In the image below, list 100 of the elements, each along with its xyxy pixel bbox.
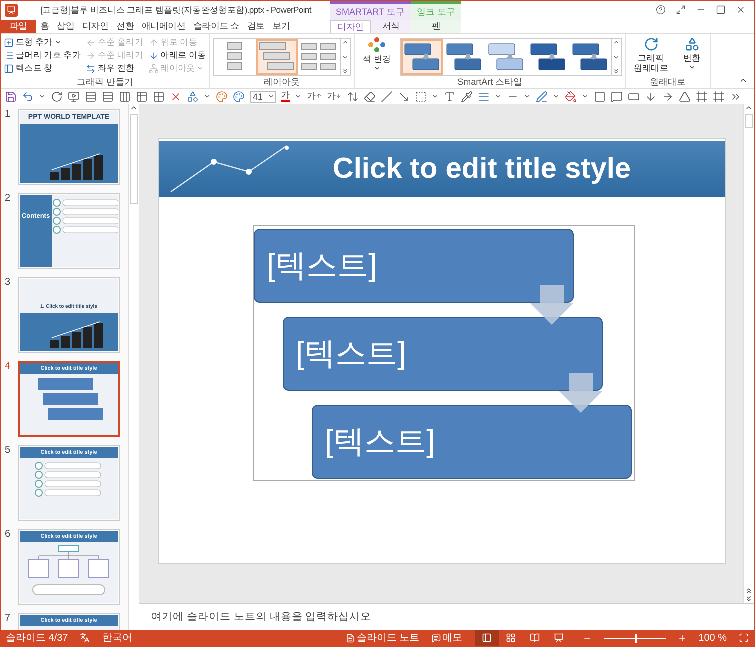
ribbon-tab[interactable]: 펜 bbox=[410, 20, 462, 33]
caret-icon bbox=[295, 93, 302, 100]
scroll-down-icon[interactable] bbox=[342, 54, 350, 60]
smartart-frame[interactable]: [텍스트] [텍스트] [텍스트] bbox=[253, 225, 635, 481]
right-arrow-icon[interactable] bbox=[662, 90, 674, 102]
collapse-ribbon-icon[interactable] bbox=[739, 76, 748, 85]
line-spacing-icon[interactable] bbox=[347, 90, 359, 102]
more-icon[interactable] bbox=[613, 68, 620, 75]
shrink-font-button[interactable]: 가 bbox=[327, 90, 342, 103]
process-box[interactable]: [텍스트] bbox=[254, 229, 574, 303]
rectangle-icon[interactable] bbox=[594, 90, 606, 102]
close-icon[interactable] bbox=[736, 5, 746, 15]
zoom-thumb[interactable] bbox=[634, 634, 637, 642]
fit-to-window-icon[interactable] bbox=[739, 633, 749, 643]
ribbon-tab[interactable]: 애니메이션 bbox=[138, 20, 190, 33]
ribbon-command[interactable]: 아래로 이동 bbox=[148, 49, 206, 62]
group-label: 그래픽 만들기 bbox=[76, 76, 134, 88]
ribbon-command[interactable]: 좌우 전환 bbox=[86, 62, 144, 75]
slideshow-icon[interactable] bbox=[68, 90, 80, 102]
eyedropper-icon[interactable] bbox=[461, 90, 473, 102]
slide-title[interactable]: Click to edit title style bbox=[332, 152, 632, 186]
table-rows-icon[interactable] bbox=[102, 90, 114, 102]
caret-icon bbox=[374, 65, 381, 72]
ribbon-tab[interactable]: 파일 bbox=[1, 20, 36, 33]
gallery-item[interactable] bbox=[401, 39, 444, 75]
down-arrow-icon[interactable] bbox=[645, 90, 657, 102]
plus-square-icon bbox=[4, 38, 14, 48]
table-columns-icon[interactable] bbox=[119, 90, 131, 102]
callout-icon[interactable] bbox=[611, 90, 623, 102]
maximize-icon[interactable] bbox=[716, 5, 726, 15]
ribbon-tab[interactable]: 디자인 bbox=[330, 20, 372, 33]
change-colors-button[interactable]: 색 변경 bbox=[358, 36, 396, 76]
ribbon-tab[interactable]: 홈 bbox=[36, 20, 54, 33]
notes-button[interactable]: 슬라이드 노트 bbox=[346, 631, 420, 645]
help-icon[interactable] bbox=[656, 5, 666, 15]
ribbon-tab[interactable]: 슬라이드 쇼 bbox=[190, 20, 244, 33]
presenter-view-icon bbox=[554, 633, 564, 643]
ribbon-tab[interactable]: 서식 bbox=[371, 20, 411, 33]
redo-icon[interactable] bbox=[51, 90, 63, 102]
scroll-up-icon[interactable] bbox=[613, 39, 620, 46]
spellcheck-icon[interactable] bbox=[80, 633, 90, 643]
ribbon-tab[interactable]: 전환 bbox=[112, 20, 138, 33]
ribbon-display-icon[interactable] bbox=[676, 5, 686, 15]
box-style-icon bbox=[404, 42, 440, 72]
scroll-thumb[interactable] bbox=[745, 114, 753, 128]
next-slide-icon[interactable] bbox=[745, 595, 753, 603]
ribbon-command[interactable]: 텍스트 창 bbox=[4, 62, 82, 75]
context-tab-header: 잉크 도구 bbox=[410, 1, 462, 20]
caret-icon bbox=[553, 93, 560, 100]
eraser-icon[interactable] bbox=[364, 90, 376, 102]
comments-button[interactable]: 메모 bbox=[432, 631, 463, 645]
vertical-process-icon bbox=[225, 42, 246, 72]
scrollbar[interactable] bbox=[743, 104, 754, 603]
table-icon[interactable] bbox=[136, 90, 148, 102]
font-color-button[interactable]: 가 bbox=[281, 91, 290, 102]
process-box[interactable]: [텍스트] bbox=[283, 317, 603, 391]
arrow-line-icon[interactable] bbox=[398, 90, 410, 102]
slide-number: 3 bbox=[5, 277, 12, 288]
shapes-icon[interactable] bbox=[187, 90, 199, 102]
view-button[interactable] bbox=[474, 630, 499, 646]
rounded-rectangle-icon[interactable] bbox=[628, 90, 640, 102]
save-icon[interactable] bbox=[5, 90, 17, 102]
ribbon-tab[interactable]: 보기 bbox=[268, 20, 294, 33]
pen-color-icon[interactable] bbox=[536, 90, 548, 102]
triangle-icon[interactable] bbox=[679, 90, 691, 102]
scrollbar[interactable] bbox=[128, 104, 139, 630]
table-icon[interactable] bbox=[153, 90, 165, 102]
grid-view-icon bbox=[506, 633, 516, 643]
previous-slide-icon[interactable] bbox=[745, 587, 753, 595]
scroll-thumb[interactable] bbox=[130, 114, 138, 204]
color-wheel-icon[interactable] bbox=[216, 90, 228, 102]
process-box[interactable]: [텍스트] bbox=[312, 405, 632, 479]
table-rows-icon[interactable] bbox=[85, 90, 97, 102]
scroll-down-icon[interactable] bbox=[613, 54, 620, 60]
caret-icon bbox=[524, 93, 531, 100]
scroll-up-icon[interactable] bbox=[342, 39, 350, 46]
zoom-in-icon[interactable] bbox=[678, 634, 687, 642]
ribbon-button[interactable]: 변환 bbox=[677, 36, 708, 76]
delete-icon[interactable] bbox=[170, 90, 182, 102]
slide-number: 2 bbox=[5, 193, 12, 204]
line-icon[interactable] bbox=[381, 90, 393, 102]
ribbon-tab[interactable]: 검토 bbox=[243, 20, 269, 33]
ribbon-tab[interactable]: 디자인 bbox=[78, 20, 113, 33]
fill-bucket-icon[interactable] bbox=[565, 90, 577, 102]
scroll-up-icon[interactable] bbox=[745, 104, 753, 112]
undo-icon[interactable] bbox=[22, 90, 34, 102]
text-box-icon[interactable] bbox=[444, 90, 456, 102]
color-wheel-icon[interactable] bbox=[233, 90, 245, 102]
frame-icon[interactable] bbox=[713, 90, 725, 102]
text-box-icon[interactable] bbox=[415, 90, 427, 102]
ribbon-button[interactable]: 그래픽 원래대로 bbox=[629, 36, 674, 76]
line-weight-icon[interactable] bbox=[478, 90, 490, 102]
caret-icon bbox=[688, 64, 696, 71]
scroll-up-icon[interactable] bbox=[130, 104, 138, 112]
font-size-field[interactable]: 41 bbox=[250, 90, 276, 102]
grow-font-button[interactable]: 가 bbox=[307, 90, 322, 103]
ribbon-command[interactable]: 도형 추가 bbox=[4, 36, 82, 49]
more-icon[interactable] bbox=[342, 68, 350, 75]
ribbon-command[interactable]: 글머리 기호 추가 bbox=[4, 49, 82, 62]
ribbon-tab[interactable]: 삽입 bbox=[53, 20, 79, 33]
